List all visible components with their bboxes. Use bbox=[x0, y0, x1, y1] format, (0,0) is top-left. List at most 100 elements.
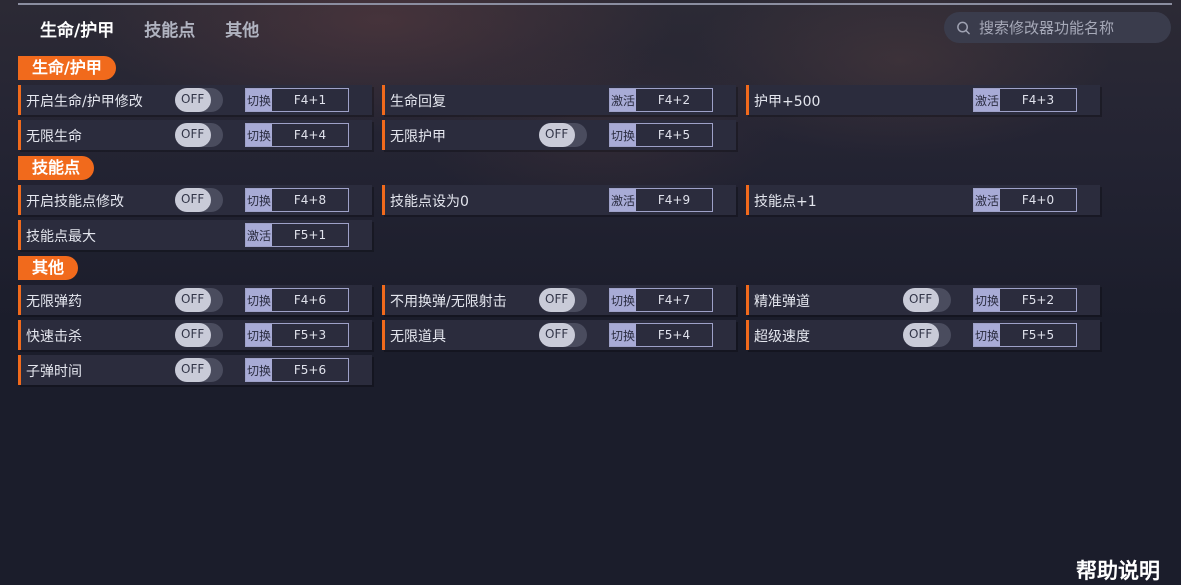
hotkey-text: F5+3 bbox=[293, 328, 327, 342]
cheat-label: 技能点最大 bbox=[26, 229, 96, 245]
toggle-state-text: OFF bbox=[181, 292, 205, 306]
tab-bar: 生命/护甲 技能点 其他 bbox=[40, 16, 259, 41]
toggle-state-text: OFF bbox=[545, 327, 569, 341]
cheat-label: 技能点+1 bbox=[754, 194, 817, 210]
hotkey-button[interactable]: 切换 F4+6 bbox=[245, 288, 349, 312]
hotkey-button[interactable]: 切换 F5+5 bbox=[973, 323, 1077, 347]
hotkey-action-label: 切换 bbox=[974, 289, 1000, 311]
hotkey-action-label: 激活 bbox=[974, 189, 1000, 211]
cheat-label: 不用换弹/无限射击 bbox=[390, 294, 507, 310]
hotkey-text: F5+6 bbox=[293, 363, 327, 377]
toggle-switch[interactable]: OFF bbox=[903, 288, 951, 312]
toggle-state-text: OFF bbox=[181, 327, 205, 341]
search-input[interactable] bbox=[977, 17, 1171, 38]
toggle-switch[interactable]: OFF bbox=[903, 323, 951, 347]
section-header-other: 其他 bbox=[18, 256, 79, 280]
tab-skill-points[interactable]: 技能点 bbox=[144, 16, 195, 41]
cheat-label: 生命回复 bbox=[390, 94, 446, 110]
hotkey-action-label: 切换 bbox=[246, 289, 272, 311]
cheat-label: 无限生命 bbox=[26, 129, 82, 145]
toggle-switch[interactable]: OFF bbox=[539, 123, 587, 147]
hotkey-text: F5+4 bbox=[657, 328, 691, 342]
cheat-label: 快速击杀 bbox=[26, 329, 82, 345]
hotkey-button[interactable]: 切换 F4+4 bbox=[245, 123, 349, 147]
hotkey-action-label: 激活 bbox=[974, 89, 1000, 111]
hotkey-text: F4+7 bbox=[657, 293, 691, 307]
toggle-knob: OFF bbox=[539, 123, 575, 147]
toggle-switch[interactable]: OFF bbox=[539, 323, 587, 347]
toggle-switch[interactable]: OFF bbox=[175, 88, 223, 112]
hotkey-button[interactable]: 切换 F5+3 bbox=[245, 323, 349, 347]
cheat-label: 技能点设为0 bbox=[390, 194, 469, 210]
hotkey-text: F5+1 bbox=[293, 228, 327, 242]
toggle-state-text: OFF bbox=[181, 362, 205, 376]
toggle-switch[interactable]: OFF bbox=[539, 288, 587, 312]
hotkey-text: F5+2 bbox=[1021, 293, 1055, 307]
toggle-knob: OFF bbox=[175, 88, 211, 112]
top-divider bbox=[18, 3, 1172, 5]
hotkey-action-label: 激活 bbox=[610, 89, 636, 111]
hotkey-text: F4+4 bbox=[293, 128, 327, 142]
hotkey-button[interactable]: 激活 F4+2 bbox=[609, 88, 713, 112]
help-link[interactable]: 帮助说明 bbox=[1076, 555, 1160, 585]
hotkey-text: F4+2 bbox=[657, 93, 691, 107]
cheat-label: 子弹时间 bbox=[26, 364, 82, 380]
cheat-row: 开启技能点修改 OFF 切换 F4+8 bbox=[18, 185, 372, 215]
cheat-row: 快速击杀 OFF 切换 F5+3 bbox=[18, 320, 372, 350]
toggle-knob: OFF bbox=[539, 288, 575, 312]
cheat-row: 无限护甲 OFF 切换 F4+5 bbox=[382, 120, 736, 150]
toggle-knob: OFF bbox=[175, 288, 211, 312]
cheat-label: 精准弹道 bbox=[754, 294, 810, 310]
toggle-switch[interactable]: OFF bbox=[175, 358, 223, 382]
toggle-knob: OFF bbox=[175, 123, 211, 147]
hotkey-button[interactable]: 切换 F4+7 bbox=[609, 288, 713, 312]
hotkey-button[interactable]: 激活 F4+3 bbox=[973, 88, 1077, 112]
hotkey-text: F4+6 bbox=[293, 293, 327, 307]
cheat-label: 无限弹药 bbox=[26, 294, 82, 310]
cheat-row: 技能点+1 激活 F4+0 bbox=[746, 185, 1100, 215]
hotkey-button[interactable]: 激活 F4+9 bbox=[609, 188, 713, 212]
tab-health-armor[interactable]: 生命/护甲 bbox=[40, 16, 114, 41]
toggle-knob: OFF bbox=[175, 358, 211, 382]
cheat-label: 开启技能点修改 bbox=[26, 194, 124, 210]
hotkey-action-label: 切换 bbox=[246, 324, 272, 346]
hotkey-button[interactable]: 切换 F4+5 bbox=[609, 123, 713, 147]
cheat-row: 无限弹药 OFF 切换 F4+6 bbox=[18, 285, 372, 315]
hotkey-action-label: 激活 bbox=[246, 224, 272, 246]
hotkey-action-label: 切换 bbox=[610, 124, 636, 146]
cheat-label: 护甲+500 bbox=[754, 94, 821, 110]
toggle-switch[interactable]: OFF bbox=[175, 188, 223, 212]
hotkey-button[interactable]: 切换 F4+8 bbox=[245, 188, 349, 212]
hotkey-text: F4+5 bbox=[657, 128, 691, 142]
cheat-row: 开启生命/护甲修改 OFF 切换 F4+1 bbox=[18, 85, 372, 115]
hotkey-button[interactable]: 切换 F4+1 bbox=[245, 88, 349, 112]
tab-other[interactable]: 其他 bbox=[225, 16, 259, 41]
search-box[interactable] bbox=[944, 12, 1171, 43]
toggle-state-text: OFF bbox=[545, 292, 569, 306]
toggle-knob: OFF bbox=[903, 288, 939, 312]
cheat-row: 子弹时间 OFF 切换 F5+6 bbox=[18, 355, 372, 385]
hotkey-button[interactable]: 切换 F5+6 bbox=[245, 358, 349, 382]
hotkey-text: F4+0 bbox=[1021, 193, 1055, 207]
cheat-label: 超级速度 bbox=[754, 329, 810, 345]
cheat-label: 无限护甲 bbox=[390, 129, 446, 145]
hotkey-text: F4+8 bbox=[293, 193, 327, 207]
toggle-switch[interactable]: OFF bbox=[175, 288, 223, 312]
hotkey-action-label: 激活 bbox=[610, 189, 636, 211]
hotkey-button[interactable]: 激活 F5+1 bbox=[245, 223, 349, 247]
cheat-row: 不用换弹/无限射击 OFF 切换 F4+7 bbox=[382, 285, 736, 315]
section-header-health-armor: 生命/护甲 bbox=[18, 56, 116, 80]
cheat-row: 生命回复 激活 F4+2 bbox=[382, 85, 736, 115]
hotkey-action-label: 切换 bbox=[610, 289, 636, 311]
toggle-switch[interactable]: OFF bbox=[175, 123, 223, 147]
cheat-row: 技能点设为0 激活 F4+9 bbox=[382, 185, 736, 215]
hotkey-button[interactable]: 切换 F5+4 bbox=[609, 323, 713, 347]
section-header-skill-points: 技能点 bbox=[18, 156, 95, 180]
hotkey-button[interactable]: 切换 F5+2 bbox=[973, 288, 1077, 312]
background-artwork bbox=[0, 0, 1181, 320]
cheat-label: 无限道具 bbox=[390, 329, 446, 345]
hotkey-text: F4+9 bbox=[657, 193, 691, 207]
toggle-state-text: OFF bbox=[181, 127, 205, 141]
hotkey-button[interactable]: 激活 F4+0 bbox=[973, 188, 1077, 212]
toggle-switch[interactable]: OFF bbox=[175, 323, 223, 347]
